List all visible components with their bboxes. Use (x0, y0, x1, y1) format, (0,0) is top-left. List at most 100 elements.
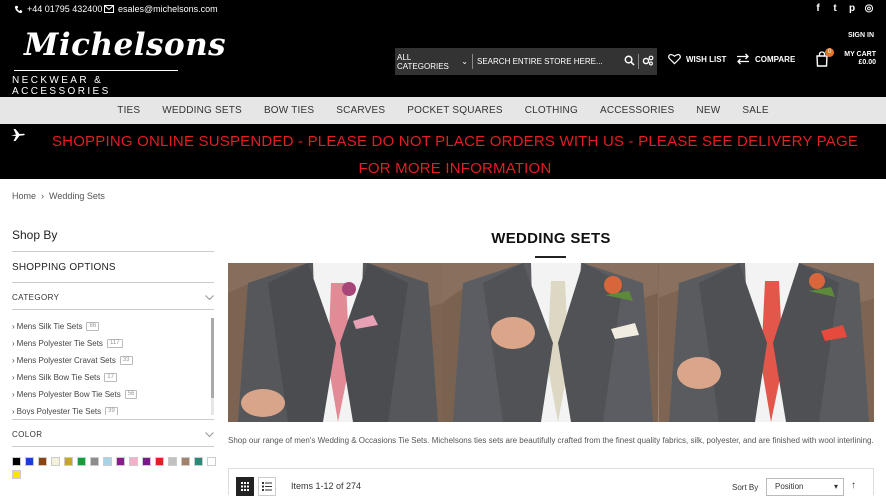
chevron-down-icon (205, 294, 214, 300)
breadcrumb-current: Wedding Sets (49, 191, 105, 201)
category-option-count: 33 (119, 356, 133, 365)
category-option-count: 117 (106, 339, 123, 348)
wishlist-link[interactable]: WISH LIST (668, 53, 726, 65)
page-title: WEDDING SETS (491, 230, 611, 247)
nav-item-clothing[interactable]: CLOTHING (514, 105, 589, 116)
breadcrumb-home[interactable]: Home (12, 191, 36, 201)
color-swatch[interactable] (12, 470, 21, 479)
notice-banner: SHOPPING ONLINE SUSPENDED - PLEASE DO NO… (0, 124, 886, 179)
category-option-label: Mens Polyester Bow Tie Sets (16, 390, 121, 399)
color-swatch[interactable] (194, 457, 203, 466)
nav-item-scarves[interactable]: SCARVES (325, 105, 396, 116)
mail-icon (104, 5, 114, 13)
color-swatch[interactable] (77, 457, 86, 466)
category-option[interactable]: › Mens Polyester Tie Sets 117 (12, 335, 216, 352)
title-underline (535, 256, 566, 258)
phone-number: +44 01795 432400 (27, 4, 103, 14)
nav-item-ties[interactable]: TIES (106, 105, 151, 116)
groom-photo-coral-tie (658, 263, 874, 422)
nav-item-wedding-sets[interactable]: WEDDING SETS (151, 105, 253, 116)
nav-item-bow-ties[interactable]: BOW TIES (253, 105, 325, 116)
nav-item-new[interactable]: NEW (685, 105, 731, 116)
compare-label: COMPARE (755, 54, 796, 64)
search-icon[interactable] (620, 55, 638, 69)
search-category-select[interactable]: ALL CATEGORIES ⌄ (395, 52, 473, 71)
sort-by-select[interactable]: Position ▾ (766, 478, 844, 496)
category-option-count: 56 (124, 390, 138, 399)
pinterest-icon[interactable]: p (847, 3, 857, 14)
color-swatch[interactable] (64, 457, 73, 466)
category-filter-toggle[interactable]: CATEGORY (12, 293, 216, 302)
divider (12, 446, 214, 447)
category-description: Shop our range of men's Wedding & Occasi… (228, 436, 874, 445)
facebook-icon[interactable]: f (813, 3, 823, 14)
color-swatch[interactable] (90, 457, 99, 466)
color-swatches (12, 457, 216, 479)
color-swatch[interactable] (168, 457, 177, 466)
email-address: esales@michelsons.com (118, 4, 218, 14)
grid-view-button[interactable] (236, 477, 254, 496)
search-bar: ALL CATEGORIES ⌄ (395, 48, 657, 75)
cart-count-badge: 0 (825, 48, 834, 57)
sort-by-value: Position (775, 482, 804, 491)
breadcrumb: Home › Wedding Sets (12, 191, 105, 201)
color-swatch[interactable] (12, 457, 21, 466)
color-swatch[interactable] (155, 457, 164, 466)
heart-icon (668, 53, 681, 65)
email-contact[interactable]: esales@michelsons.com (104, 4, 218, 14)
category-banner-image (228, 263, 874, 422)
color-swatch[interactable] (142, 457, 151, 466)
logo-rule (14, 70, 178, 71)
advanced-search-icon[interactable] (639, 55, 657, 69)
nav-item-accessories[interactable]: ACCESSORIES (589, 105, 685, 116)
category-option[interactable]: › Mens Silk Tie Sets 86 (12, 318, 216, 335)
site-logo[interactable]: Michelsons NECKWEAR & ACCESSORIES (12, 27, 226, 97)
list-view-button[interactable] (258, 477, 276, 496)
instagram-icon[interactable]: ◎ (864, 3, 874, 14)
category-option-count: 86 (86, 322, 100, 331)
chevron-down-icon (205, 431, 214, 437)
mini-cart[interactable]: 0 MY CART £0.00 (814, 48, 876, 73)
nav-item-pocket-squares[interactable]: POCKET SQUARES (396, 105, 513, 116)
site-header: Michelsons NECKWEAR & ACCESSORIES SIGN I… (0, 19, 886, 97)
phone-icon (14, 5, 23, 13)
twitter-icon[interactable]: t (830, 3, 840, 14)
cart-label: MY CART (844, 51, 876, 58)
category-scrollbar[interactable] (211, 318, 214, 415)
color-swatch[interactable] (51, 457, 60, 466)
color-swatch[interactable] (207, 457, 216, 466)
search-input[interactable] (473, 48, 620, 75)
cart-total: £0.00 (858, 59, 876, 66)
color-swatch[interactable] (103, 457, 112, 466)
category-option[interactable]: › Boys Polyester Tie Sets 39 (12, 403, 216, 415)
top-contact-bar: +44 01795 432400 esales@michelsons.com f… (0, 0, 886, 19)
compare-arrows-icon (737, 53, 749, 65)
search-category-value: ALL CATEGORIES (397, 52, 449, 71)
color-swatch[interactable] (129, 457, 138, 466)
category-filter-title: CATEGORY (12, 293, 60, 302)
scrollbar-thumb[interactable] (211, 318, 214, 398)
divider (12, 251, 214, 252)
color-swatch[interactable] (181, 457, 190, 466)
product-toolbar: Items 1-12 of 274 Sort By Position ▾ ↑ (228, 468, 874, 496)
grid-icon (241, 482, 249, 491)
category-option[interactable]: › Mens Polyester Cravat Sets 33 (12, 352, 216, 369)
social-links: f t p ◎ (813, 3, 874, 14)
chevron-down-icon: ⌄ (461, 57, 468, 66)
category-option[interactable]: › Mens Polyester Bow Tie Sets 56 (12, 386, 216, 403)
phone-contact[interactable]: +44 01795 432400 (14, 4, 102, 14)
category-option[interactable]: › Mens Silk Bow Tie Sets 17 (12, 369, 216, 386)
color-swatch[interactable] (38, 457, 47, 466)
compare-link[interactable]: COMPARE (736, 53, 795, 65)
category-option-label: Mens Polyester Tie Sets (16, 339, 103, 348)
sign-in-link[interactable]: SIGN IN (848, 32, 874, 39)
color-filter-toggle[interactable]: COLOR (12, 430, 216, 439)
color-swatch[interactable] (116, 457, 125, 466)
nav-item-sale[interactable]: SALE (731, 105, 779, 116)
sort-direction-arrow-icon[interactable]: ↑ (851, 480, 856, 491)
category-option-count: 17 (104, 373, 117, 382)
category-option-count: 39 (105, 407, 118, 415)
groom-photo-pink-tie (228, 263, 444, 422)
color-swatch[interactable] (25, 457, 34, 466)
logo-wordmark: Michelsons (24, 27, 227, 63)
